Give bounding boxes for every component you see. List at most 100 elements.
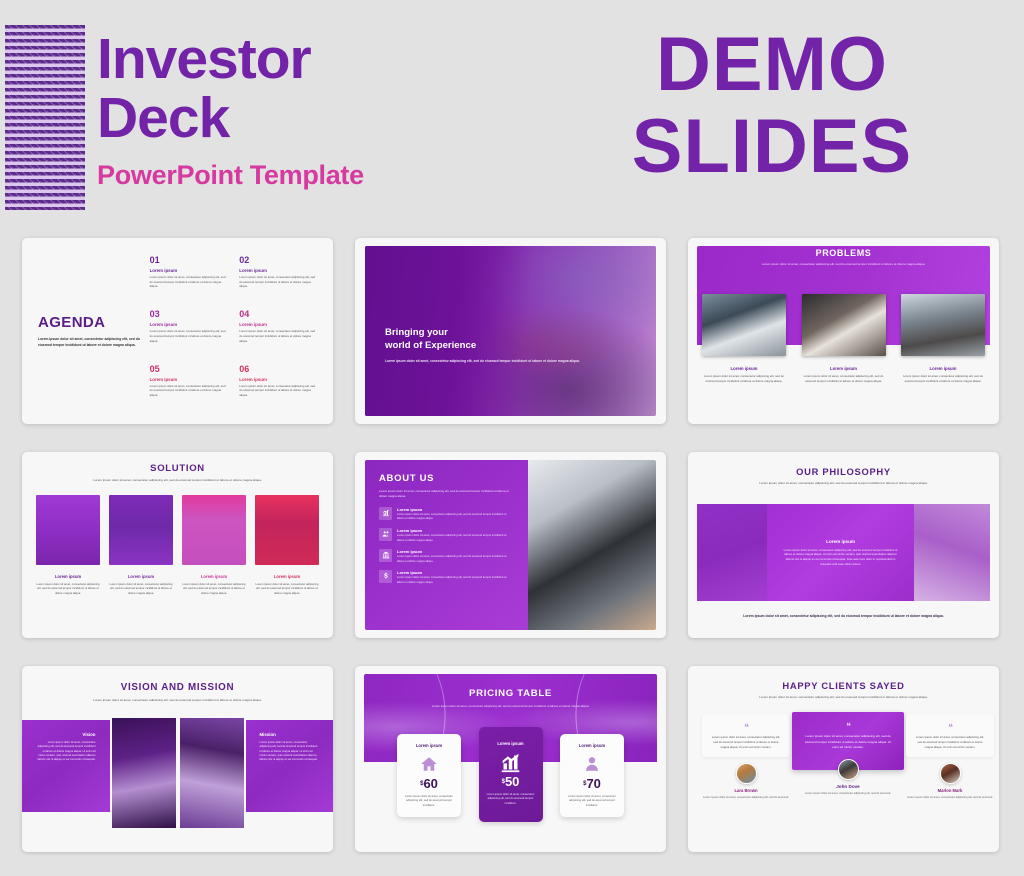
hero-body-text: Lorem ipsum dolor sit amet, consectetur … — [385, 358, 580, 363]
agenda-item: 06 Lorem ipsum Lorem ipsum dolor sit ame… — [239, 363, 317, 410]
vision-title: VISION AND MISSION — [120, 682, 235, 693]
agenda-item-number: 06 — [239, 363, 250, 374]
solution-card: Lorem ipsum Lorem ipsum dolor sit amet, … — [182, 494, 246, 595]
about-feature-body: Lorem ipsum Lorem ipsum dolor sit amet, … — [397, 570, 514, 585]
agenda-item-text: Lorem ipsum dolor sit amet, consectetur … — [149, 275, 226, 289]
philosophy-center-card: Lorem ipsum Lorem ipsum dolor sit amet, … — [767, 504, 914, 601]
testimonial: ❝ Lorem ipsum dolor sit amet, consectetu… — [904, 714, 996, 800]
solution-card-label: Lorem ipsum — [200, 573, 228, 579]
hero-heading-line2: world of Experience — [385, 339, 477, 351]
about-photo-laptop — [527, 460, 656, 630]
user-icon — [567, 753, 617, 775]
about-feature-body: Lorem ipsum Lorem ipsum dolor sit amet, … — [397, 549, 514, 564]
solution-card: Lorem ipsum Lorem ipsum dolor sit amet, … — [255, 494, 319, 595]
about-feature-text: Lorem ipsum dolor sit amet, consectetur … — [397, 555, 507, 563]
solution-card-text: Lorem ipsum dolor sit amet, consectetur … — [255, 581, 319, 595]
solution-photo-lightbulb — [255, 494, 319, 565]
agenda-title: AGENDA — [38, 314, 106, 332]
agenda-item: 02 Lorem ipsum Lorem ipsum dolor sit ame… — [239, 256, 317, 301]
agenda-item-label: Lorem ipsum — [149, 376, 178, 382]
agenda-item-number: 04 — [239, 309, 250, 320]
pricing-card-basic[interactable]: Lorem ipsum $60 Lorem ipsum dolor sit am… — [397, 734, 461, 818]
solution-card: Lorem ipsum Lorem ipsum dolor sit amet, … — [109, 494, 173, 595]
avatar — [837, 759, 859, 781]
testimonial-quote: Lorem ipsum dolor sit amet, consectetur … — [804, 734, 892, 749]
philosophy-title: OUR PHILOSOPHY — [796, 466, 891, 477]
agenda-item-label: Lorem ipsum — [149, 322, 178, 328]
pricing-card-text: Lorem ipsum dolor sit amet, consectetur … — [405, 795, 453, 807]
solution-card-text: Lorem ipsum dolor sit amet, consectetur … — [36, 581, 100, 595]
problems-subtitle: Lorem ipsum dolor sit amet, consectetur … — [761, 262, 926, 266]
slide-about-us[interactable]: ABOUT US Lorem ipsum dolor sit amet, con… — [355, 452, 666, 638]
slide-thumbnail-grid: AGENDA Lorem ipsum dolor sit amet, conse… — [22, 238, 1002, 852]
slide-agenda[interactable]: AGENDA Lorem ipsum dolor sit amet, conse… — [22, 238, 333, 424]
problem-card-label: Lorem ipsum — [830, 366, 857, 371]
demo-heading-line2: SLIDES — [631, 104, 913, 190]
pricing-amount: 60 — [423, 776, 438, 791]
slide-vision-mission[interactable]: VISION AND MISSION Lorem ipsum dolor sit… — [22, 666, 333, 852]
bar-chart-icon — [379, 506, 392, 520]
vision-label: Vision — [82, 732, 96, 737]
about-feature-body: Lorem ipsum Lorem ipsum dolor sit amet, … — [397, 528, 514, 543]
pricing-title: PRICING TABLE — [468, 688, 552, 699]
testimonial-featured: ❝ Lorem ipsum dolor sit amet, consectetu… — [792, 712, 904, 797]
pricing-card-featured[interactable]: Lorem ipsum $50 Lorem ipsum dolor sit am… — [478, 727, 543, 823]
mission-text: Lorem ipsum dolor sit amet, consectetur … — [259, 741, 318, 762]
problem-photo-person-writing — [702, 294, 786, 356]
agenda-intro: AGENDA Lorem ipsum dolor sit amet, conse… — [38, 252, 150, 410]
about-feature-label: Lorem ipsum — [397, 506, 423, 512]
slide-pricing-table[interactable]: PRICING TABLE Lorem ipsum dolor sit amet… — [355, 666, 666, 852]
problem-photo-two-men-meeting — [901, 294, 985, 356]
vision-subtitle: Lorem ipsum dolor sit amet, consectetur … — [93, 698, 262, 702]
solution-card-text: Lorem ipsum dolor sit amet, consectetur … — [109, 581, 173, 595]
about-feature-text: Lorem ipsum dolor sit amet, consectetur … — [397, 534, 507, 542]
agenda-item-text: Lorem ipsum dolor sit amet, consectetur … — [149, 329, 226, 343]
quote-icon: ❝ — [744, 722, 749, 732]
philosophy-photo-temple — [697, 504, 768, 601]
hero-text-block: Bringing your world of Experience Lorem … — [385, 327, 580, 364]
bank-building-icon — [379, 548, 392, 562]
testimonial-name: Lara Brown — [734, 787, 758, 793]
agenda-body-text: Lorem ipsum dolor sit amet, consectetur … — [38, 337, 140, 347]
demo-heading-line1: DEMO — [656, 22, 888, 107]
slide-hero[interactable]: Bringing your world of Experience Lorem … — [355, 238, 666, 424]
testimonial-name: John Dove — [836, 784, 860, 790]
about-canvas: ABOUT US Lorem ipsum dolor sit amet, con… — [365, 460, 656, 630]
agenda-item: 05 Lorem ipsum Lorem ipsum dolor sit ame… — [149, 363, 228, 410]
problem-card: Lorem ipsum Lorem ipsum dolor sit amet, … — [801, 294, 886, 383]
solution-photo-hand-bulb — [182, 494, 246, 565]
solution-title: SOLUTION — [150, 463, 205, 474]
agenda-item-label: Lorem ipsum — [149, 268, 178, 273]
testimonial-name: Marlon Mark — [937, 787, 963, 793]
testimonial-quote: Lorem ipsum dolor sit amet, consectetur … — [711, 735, 781, 749]
home-icon — [404, 753, 454, 775]
agenda-item-text: Lorem ipsum dolor sit amet, consectetur … — [239, 383, 316, 397]
vision-mission-band: Vision Lorem ipsum dolor sit amet, conse… — [22, 716, 333, 830]
agenda-item-label: Lorem ipsum — [239, 376, 267, 382]
solution-photo-hands-water — [109, 494, 173, 565]
solution-subtitle: Lorem ipsum dolor sit amet, consectetur … — [93, 478, 262, 482]
slide-solution[interactable]: SOLUTION Lorem ipsum dolor sit amet, con… — [22, 452, 333, 638]
people-group-icon — [379, 527, 392, 541]
pricing-card-row: Lorem ipsum $60 Lorem ipsum dolor sit am… — [397, 727, 624, 823]
slide-problems[interactable]: PROBLEMS Lorem ipsum dolor sit amet, con… — [688, 238, 999, 424]
agenda-item-label: Lorem ipsum — [239, 268, 267, 273]
problem-card-label: Lorem ipsum — [730, 366, 758, 371]
about-feature-label: Lorem ipsum — [397, 527, 423, 533]
problem-card-text: Lorem ipsum dolor sit amet, consectetur … — [903, 374, 983, 383]
testimonial: ❝ Lorem ipsum dolor sit amet, consectetu… — [700, 714, 792, 800]
agenda-item-number: 05 — [149, 363, 160, 374]
about-feature-text: Lorem ipsum dolor sit amet, consectetur … — [397, 576, 507, 584]
agenda-item-text: Lorem ipsum dolor sit amet, consectetur … — [149, 383, 226, 397]
pricing-subtitle: Lorem ipsum dolor sit amet, consectetur … — [431, 704, 590, 708]
pricing-card-text: Lorem ipsum dolor sit amet, consectetur … — [568, 795, 616, 807]
slide-our-philosophy[interactable]: OUR PHILOSOPHY Lorem ipsum dolor sit ame… — [688, 452, 999, 638]
main-title-block: Investor Deck PowerPoint Template — [97, 29, 364, 191]
philosophy-card-label: Lorem ipsum — [826, 538, 855, 544]
pricing-card-pro[interactable]: Lorem ipsum $70 Lorem ipsum dolor sit am… — [560, 734, 624, 818]
quote-icon: ❝ — [948, 722, 953, 732]
slide-happy-clients[interactable]: HAPPY CLIENTS SAYED Lorem ipsum dolor si… — [688, 666, 999, 852]
solution-card-text: Lorem ipsum dolor sit amet, consectetur … — [182, 581, 246, 595]
testimonial-quote: Lorem ipsum dolor sit amet, consectetur … — [915, 735, 985, 749]
pricing-amount: 70 — [586, 776, 601, 791]
